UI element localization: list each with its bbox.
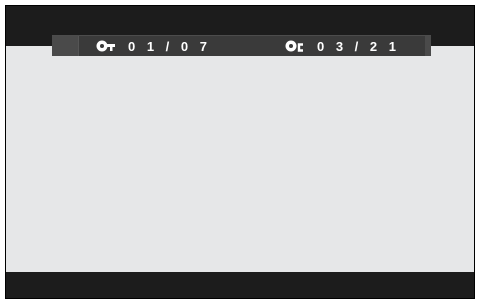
tv-screen: 0 1 / 0 7 0 3 / 2 1 [5, 5, 475, 299]
chapter-key-icon [285, 39, 305, 53]
chapter-counter: 0 3 / 2 1 [317, 38, 400, 54]
bottom-bar [6, 272, 474, 298]
title-counter: 0 1 / 0 7 [128, 38, 211, 54]
title-key-icon [96, 39, 116, 53]
osd-bar-right-cap [425, 36, 431, 56]
video-area [6, 46, 474, 274]
osd-info-bar: 0 1 / 0 7 0 3 / 2 1 [52, 35, 431, 56]
title-indicator: 0 1 / 0 7 [96, 36, 211, 56]
chapter-indicator: 0 3 / 2 1 [285, 36, 400, 56]
osd-bar-left-cap [52, 36, 79, 56]
